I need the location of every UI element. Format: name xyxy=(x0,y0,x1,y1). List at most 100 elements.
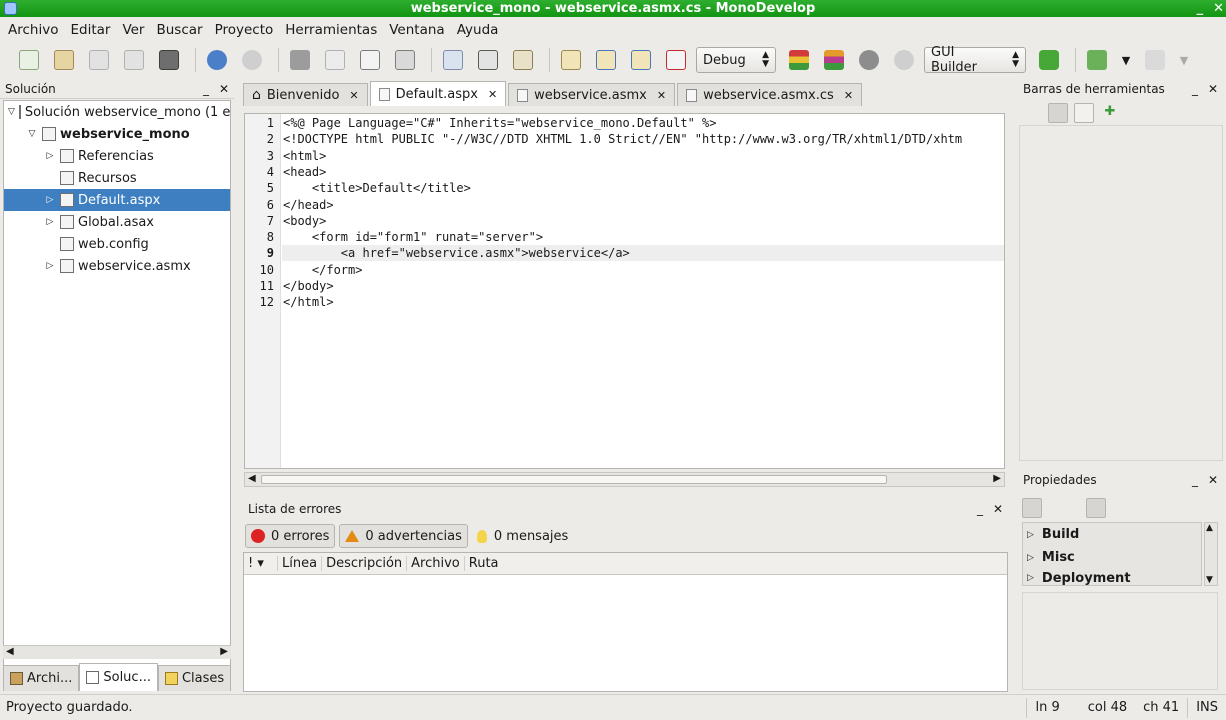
expander-arrow-icon[interactable]: ▷ xyxy=(44,195,56,205)
configuration-combo[interactable]: Debug ▲ ▼ xyxy=(696,47,776,73)
find-in-files-button[interactable] xyxy=(473,45,503,75)
sort-alpha-button[interactable] xyxy=(1048,498,1068,518)
tab-solucion[interactable]: Soluc... xyxy=(79,663,158,691)
tab-webservice-asmx-cs[interactable]: webservice.asmx.cs ✕ xyxy=(677,83,863,106)
open-file-button[interactable] xyxy=(49,45,79,75)
close-icon[interactable]: ✕ xyxy=(349,89,358,102)
code-line[interactable]: <a href="webservice.asmx">webservice</a> xyxy=(283,246,630,260)
stop-button[interactable] xyxy=(889,45,919,75)
tab-clases[interactable]: Clases xyxy=(157,665,232,691)
rebuild-button[interactable] xyxy=(819,45,849,75)
tree-item[interactable]: web.config xyxy=(4,233,230,255)
tree-item[interactable]: Recursos xyxy=(4,167,230,189)
tab-webservice-asmx[interactable]: webservice.asmx ✕ xyxy=(508,83,676,106)
menu-ayuda[interactable]: Ayuda xyxy=(451,22,505,38)
minimize-icon[interactable]: _ xyxy=(1197,0,1204,17)
bookmark-clear-button[interactable] xyxy=(661,45,691,75)
tree-item[interactable]: ▷ webservice.asmx xyxy=(4,255,230,277)
close-window-icon[interactable]: ✕ xyxy=(1213,0,1224,17)
close-icon[interactable]: ✕ xyxy=(657,89,666,102)
expander-arrow-icon[interactable]: ▷ xyxy=(44,151,56,161)
code-line[interactable]: </body> xyxy=(283,279,334,293)
panel-close-icon[interactable]: ✕ xyxy=(1208,82,1218,96)
code-editor[interactable]: 1 2 3 4 5 6 7 8 9 10 11 12 <%@ Page Language="C#" I… xyxy=(244,113,1005,469)
forward-dropdown-button[interactable]: ▼ xyxy=(1175,45,1193,75)
panel-minimize-icon[interactable]: _ xyxy=(1192,473,1198,487)
tree-item[interactable]: ▷ Global.asax xyxy=(4,211,230,233)
panel-minimize-icon[interactable]: _ xyxy=(1192,82,1198,96)
run-button[interactable] xyxy=(854,45,884,75)
forward-button[interactable] xyxy=(1140,45,1170,75)
gui-builder-combo[interactable]: GUI Builder ▲ ▼ xyxy=(924,45,1026,75)
panel-close-icon[interactable]: ✕ xyxy=(993,502,1003,516)
code-line[interactable]: <%@ Page Language="C#" Inherits="webserv… xyxy=(283,116,716,130)
code-line[interactable]: <html> xyxy=(283,149,326,163)
solution-tree[interactable]: ▽ Solución webservice_mono (1 e ▽ webservic… xyxy=(3,100,231,666)
print-button[interactable] xyxy=(154,45,184,75)
menu-ver[interactable]: Ver xyxy=(116,22,150,38)
property-group-misc[interactable]: ▷ Misc xyxy=(1023,546,1201,569)
expander-arrow-icon[interactable]: ▷ xyxy=(44,261,56,271)
property-pages-button[interactable] xyxy=(1086,498,1106,518)
undo-button[interactable] xyxy=(202,45,232,75)
code-line[interactable]: <body> xyxy=(283,214,326,228)
panel-minimize-icon[interactable]: _ xyxy=(977,502,983,516)
back-dropdown-button[interactable]: ▼ xyxy=(1117,45,1135,75)
panel-close-icon[interactable]: ✕ xyxy=(219,82,229,96)
copy-button[interactable] xyxy=(320,45,350,75)
categorized-view-button[interactable] xyxy=(1022,498,1042,518)
close-icon[interactable]: ✕ xyxy=(488,88,497,101)
tree-item[interactable]: ▷ Referencias xyxy=(4,145,230,167)
tab-default-aspx[interactable]: Default.aspx ✕ xyxy=(369,81,507,106)
code-line[interactable]: </html> xyxy=(283,295,334,309)
replace-button[interactable] xyxy=(508,45,538,75)
expander-arrow-icon[interactable]: ▷ xyxy=(44,217,56,227)
toolbox-add-button[interactable]: ✚ xyxy=(1100,103,1120,123)
panel-close-icon[interactable]: ✕ xyxy=(1208,473,1218,487)
panel-minimize-icon[interactable]: _ xyxy=(203,82,209,96)
toolbox-filter-button[interactable] xyxy=(1022,103,1042,123)
delete-button[interactable] xyxy=(390,45,420,75)
properties-vscrollbar[interactable]: ▲ ▼ xyxy=(1204,522,1218,586)
code-line[interactable]: <head> xyxy=(283,165,326,179)
bookmark-next-button[interactable] xyxy=(626,45,656,75)
code-line[interactable]: <!DOCTYPE html PUBLIC "-//W3C//DTD XHTML… xyxy=(283,132,962,146)
column-archivo[interactable]: Archivo xyxy=(407,556,465,571)
add-button[interactable] xyxy=(1034,45,1064,75)
messages-toggle-button[interactable]: 0 mensajes xyxy=(472,524,573,548)
code-line[interactable]: <form id="form1" runat="server"> xyxy=(283,230,543,244)
menu-ventana[interactable]: Ventana xyxy=(383,22,450,38)
menu-herramientas[interactable]: Herramientas xyxy=(279,22,383,38)
column-descripcion[interactable]: Descripción xyxy=(322,556,408,571)
code-line[interactable]: </form> xyxy=(283,263,363,277)
expander-arrow-icon[interactable]: ▽ xyxy=(8,107,15,117)
column-priority[interactable]: ! ▾ xyxy=(244,556,278,571)
cut-button[interactable] xyxy=(285,45,315,75)
close-icon[interactable]: ✕ xyxy=(844,89,853,102)
find-button[interactable] xyxy=(438,45,468,75)
scroll-right-icon[interactable]: ▶ xyxy=(993,473,1001,484)
expander-arrow-icon[interactable]: ▽ xyxy=(26,129,38,139)
save-button[interactable] xyxy=(84,45,114,75)
code-line[interactable]: <title>Default</title> xyxy=(283,181,471,195)
scroll-right-icon[interactable]: ▶ xyxy=(220,646,228,657)
editor-hscrollbar[interactable]: ◀ ▶ xyxy=(244,472,1005,487)
bookmark-toggle-button[interactable] xyxy=(556,45,586,75)
tab-archivos[interactable]: Archi... xyxy=(3,665,80,691)
solution-hscrollbar[interactable]: ◀ ▶ xyxy=(3,645,231,659)
menu-buscar[interactable]: Buscar xyxy=(150,22,208,38)
scroll-down-icon[interactable]: ▼ xyxy=(1206,575,1213,585)
warnings-toggle-button[interactable]: 0 advertencias xyxy=(339,524,468,548)
scroll-up-icon[interactable]: ▲ xyxy=(1206,523,1213,533)
tab-bienvenido[interactable]: ⌂ Bienvenido ✕ xyxy=(243,83,368,106)
scroll-left-icon[interactable]: ◀ xyxy=(6,646,14,657)
tree-item[interactable]: ▽ Solución webservice_mono (1 e xyxy=(4,101,230,123)
toolbox-compact-view-button[interactable] xyxy=(1074,103,1094,123)
toolbox-list-view-button[interactable] xyxy=(1048,103,1068,123)
menu-archivo[interactable]: Archivo xyxy=(2,22,64,38)
tree-item[interactable]: ▷ Default.aspx xyxy=(4,189,230,211)
save-all-button[interactable] xyxy=(119,45,149,75)
property-group-build[interactable]: ▷ Build xyxy=(1023,523,1201,546)
errors-toggle-button[interactable]: 0 errores xyxy=(245,524,336,548)
back-button[interactable] xyxy=(1082,45,1112,75)
